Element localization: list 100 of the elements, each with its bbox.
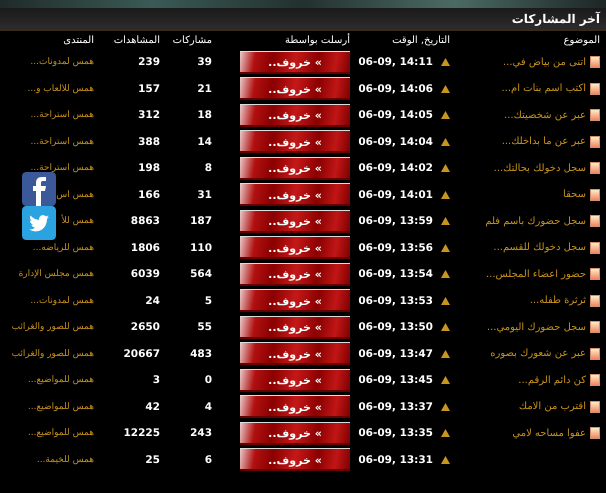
column-header: الموضوع xyxy=(562,34,600,48)
forum-link[interactable]: همس مجلس الإدارة xyxy=(18,269,94,280)
triangle-icon xyxy=(441,244,450,252)
facebook-icon[interactable] xyxy=(22,172,56,206)
page-icon xyxy=(590,215,600,228)
views-count: 239 xyxy=(138,56,160,68)
poster-button[interactable]: » خروف.. xyxy=(240,422,350,445)
forum-link[interactable]: همس للصور والغرائب xyxy=(12,322,94,332)
poster-button[interactable]: » خروف.. xyxy=(240,50,350,74)
posts-count: 8 xyxy=(204,162,212,174)
forum-link[interactable]: همس لمدونات... xyxy=(30,57,94,68)
post-date: 06-09, 14:02 xyxy=(358,162,433,174)
views-count: 198 xyxy=(138,162,160,174)
forum-link[interactable]: همس للأ xyxy=(62,216,94,226)
post-date: 06-09, 13:31 xyxy=(358,454,433,466)
poster-button[interactable]: » خروف.. xyxy=(240,262,350,286)
poster-button[interactable]: » خروف.. xyxy=(240,183,350,206)
post-date: 06-09, 13:45 xyxy=(358,374,433,386)
post-date: 06-09, 13:56 xyxy=(358,242,433,254)
poster-button[interactable]: » خروف.. xyxy=(240,368,350,392)
poster-button[interactable]: » خروف.. xyxy=(240,130,350,154)
forum-link[interactable]: همس للمواضيع... xyxy=(28,402,94,412)
topic-link[interactable]: سجل حضورك باسم فلم xyxy=(485,216,586,227)
post-date: 06-09, 13:53 xyxy=(358,294,433,307)
triangle-icon xyxy=(441,429,450,438)
forum-link[interactable]: همس استراحة... xyxy=(30,163,94,174)
post-date: 06-09, 13:50 xyxy=(358,321,433,334)
triangle-icon xyxy=(441,217,450,226)
topic-link[interactable]: اتنى من بياض في... xyxy=(502,56,586,68)
poster-button[interactable]: » خروف.. xyxy=(240,448,350,472)
poster-button[interactable]: » خروف.. xyxy=(240,210,350,233)
views-count: 42 xyxy=(145,400,160,413)
twitter-icon[interactable] xyxy=(22,206,56,240)
topic-link[interactable]: اكتب اسم بنات ام... xyxy=(502,83,586,94)
poster-button[interactable]: » خروف.. xyxy=(240,77,350,100)
topic-link[interactable]: سجل دخولك للقسم... xyxy=(493,242,586,254)
topic-link[interactable]: عفوا مساحه لامي xyxy=(512,428,586,439)
poster-button[interactable]: » خروف.. xyxy=(240,395,350,418)
views-count: 166 xyxy=(138,188,160,201)
page-icon xyxy=(590,294,600,307)
triangle-icon xyxy=(441,58,450,66)
forum-link[interactable]: همس لمدونات... xyxy=(30,296,94,306)
poster-button[interactable]: » خروف.. xyxy=(240,104,350,127)
posts-count: 14 xyxy=(197,136,212,148)
triangle-icon xyxy=(441,138,450,146)
column-header: المشاهدات xyxy=(112,34,161,48)
triangle-icon xyxy=(441,190,450,199)
forum-link[interactable]: همس للالعاب و... xyxy=(28,84,94,94)
topic-link[interactable]: اقترب من الامك xyxy=(518,401,586,412)
page-icon xyxy=(590,242,600,254)
column-header: مشاركات xyxy=(172,34,213,48)
poster-button[interactable]: » خروف.. xyxy=(240,236,350,260)
posts-count: 243 xyxy=(190,427,212,440)
forum-link[interactable]: همس استراحة... xyxy=(30,110,94,120)
topic-link[interactable]: سجل حضورك اليومي... xyxy=(486,322,586,333)
forum-link[interactable]: همس للخيمة... xyxy=(36,454,94,465)
posts-count: 5 xyxy=(204,294,212,307)
page-icon xyxy=(590,374,600,386)
poster-button[interactable]: » خروف.. xyxy=(240,342,350,366)
poster-button[interactable]: » خروف.. xyxy=(240,316,350,339)
column-header: التاريخ, الوقت xyxy=(391,34,450,48)
views-count: 6039 xyxy=(130,268,160,280)
posts-count: 21 xyxy=(197,82,212,95)
poster-button[interactable]: » خروف.. xyxy=(240,289,350,312)
forum-link[interactable]: همس للمواضيع... xyxy=(28,428,94,438)
topic-link[interactable]: سجل دخولك بحالتك... xyxy=(494,162,586,174)
views-count: 12225 xyxy=(123,427,160,440)
triangle-icon xyxy=(441,84,450,93)
page-icon xyxy=(590,268,600,280)
forum-link[interactable]: همس للصور والغرائب xyxy=(12,348,94,359)
topic-link[interactable]: حضور اعضاء المجلس... xyxy=(486,268,586,280)
post-date: 06-09, 13:35 xyxy=(358,427,433,440)
page-icon xyxy=(590,56,600,68)
forum-link[interactable]: همس اس xyxy=(56,190,94,200)
topic-link[interactable]: سحقا xyxy=(563,189,586,200)
post-date: 06-09, 14:05 xyxy=(358,109,433,122)
topic-link[interactable]: عبر عن ما بداخلك... xyxy=(502,136,586,148)
triangle-icon xyxy=(441,350,450,358)
post-date: 06-09, 13:47 xyxy=(358,348,433,360)
views-count: 8863 xyxy=(130,215,160,228)
topic-link[interactable]: ثرثرة طفله... xyxy=(530,295,586,306)
posts-count: 18 xyxy=(197,109,212,122)
topic-link[interactable]: عبر عن شخصيتك... xyxy=(504,110,586,121)
posts-count: 187 xyxy=(190,215,212,228)
posts-count: 31 xyxy=(197,188,212,201)
forum-link[interactable]: همس للرياضه... xyxy=(32,242,94,253)
post-date: 06-09, 13:54 xyxy=(358,268,433,280)
topic-link[interactable]: عبر عن شعورك بصوره xyxy=(490,348,586,360)
post-date: 06-09, 13:59 xyxy=(358,215,433,228)
page-icon xyxy=(590,136,600,148)
triangle-icon xyxy=(441,376,450,384)
triangle-icon xyxy=(441,456,450,464)
forum-link[interactable]: همس استراحة... xyxy=(30,136,94,147)
poster-button[interactable]: » خروف.. xyxy=(240,156,350,180)
forum-link[interactable]: همس للمواضيع... xyxy=(28,375,94,386)
page-icon xyxy=(590,427,600,440)
triangle-icon xyxy=(441,164,450,172)
topic-link[interactable]: كن دائم الرقم... xyxy=(518,374,586,386)
page-icon xyxy=(590,348,600,360)
page-icon xyxy=(590,109,600,122)
